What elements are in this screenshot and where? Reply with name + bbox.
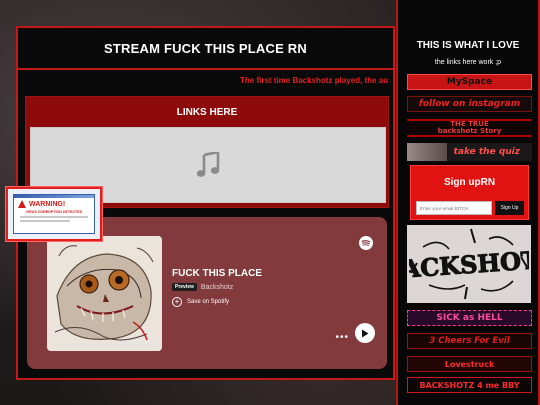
band-logo[interactable]: BACKSHOTZ [407, 225, 531, 303]
save-label: Save on Spotify [187, 299, 230, 305]
quiz-link-label: take the quiz [453, 147, 520, 157]
play-icon [362, 329, 369, 337]
marquee-text: The first time Backshotz played, the au [240, 76, 389, 85]
quiz-thumbnail [407, 143, 447, 161]
sidebar-title: THIS IS WHAT I LOVE [416, 40, 520, 51]
spotify-icon[interactable] [359, 236, 373, 250]
save-on-spotify-button[interactable]: + Save on Spotify [172, 297, 229, 307]
signup-form: Sign upRN Sign Up [410, 165, 529, 220]
warning-subtitle: VIRUS CORRUPTION DETECTED [25, 210, 83, 214]
warning-icon [18, 200, 26, 208]
marquee: The first time Backshotz played, the au [18, 72, 393, 92]
three-cheers-label: 3 Cheers For Evil [429, 336, 510, 346]
sick-as-hell-link[interactable]: SICK as HELL [407, 310, 532, 326]
three-cheers-link[interactable]: 3 Cheers For Evil [407, 333, 532, 349]
backshotz-logo-image: BACKSHOTZ [409, 228, 529, 300]
story-link-label-2: backshotz Story [437, 127, 502, 135]
track-title[interactable]: FUCK THIS PLACE [172, 268, 262, 279]
lovestruck-link[interactable]: Lovestruck [407, 356, 532, 372]
backshotz-bby-label: BACKSHOTZ 4 me BBY [419, 380, 520, 390]
warning-text-line [20, 220, 70, 222]
more-options-icon[interactable]: ••• [335, 332, 349, 343]
myspace-link[interactable]: MySpace [407, 74, 532, 90]
warning-dialog: WARNING! VIRUS CORRUPTION DETECTED [13, 194, 95, 234]
instagram-link-label: follow on instagram [418, 99, 521, 109]
warning-title: WARNING! [29, 200, 66, 208]
signup-button[interactable]: Sign Up [495, 201, 524, 215]
music-note-icon [196, 152, 220, 177]
links-title: LINKS HERE [176, 107, 238, 118]
backshotz-bby-link[interactable]: BACKSHOTZ 4 me BBY [407, 377, 532, 393]
play-button[interactable] [355, 323, 375, 343]
preview-row: Preview Backshotz [172, 283, 233, 291]
quiz-link[interactable]: take the quiz [407, 143, 532, 161]
sidebar-subtitle: the links here work ;p [434, 59, 502, 66]
stream-heading: STREAM FUCK THIS PLACE RN [18, 28, 393, 70]
myspace-link-label: MySpace [446, 77, 493, 87]
album-art-image [47, 236, 162, 351]
warning-head: WARNING! [14, 198, 94, 208]
sick-as-hell-label: SICK as HELL [436, 313, 503, 323]
story-link[interactable]: THE TRUE backshotz Story [407, 119, 532, 137]
email-input[interactable] [416, 201, 492, 215]
sidebar: THIS IS WHAT I LOVE the links here work … [396, 0, 540, 405]
signup-title: Sign upRN [443, 177, 496, 188]
lovestruck-label: Lovestruck [444, 359, 495, 369]
warning-popup[interactable]: WARNING! VIRUS CORRUPTION DETECTED [6, 187, 102, 241]
logo-text: BACKSHOTZ [409, 244, 529, 285]
album-art[interactable] [47, 236, 162, 351]
instagram-link[interactable]: follow on instagram [407, 96, 532, 112]
warning-text-line [20, 216, 88, 218]
artist-name[interactable]: Backshotz [201, 284, 233, 291]
preview-badge: Preview [172, 283, 197, 291]
plus-circle-icon: + [172, 297, 182, 307]
